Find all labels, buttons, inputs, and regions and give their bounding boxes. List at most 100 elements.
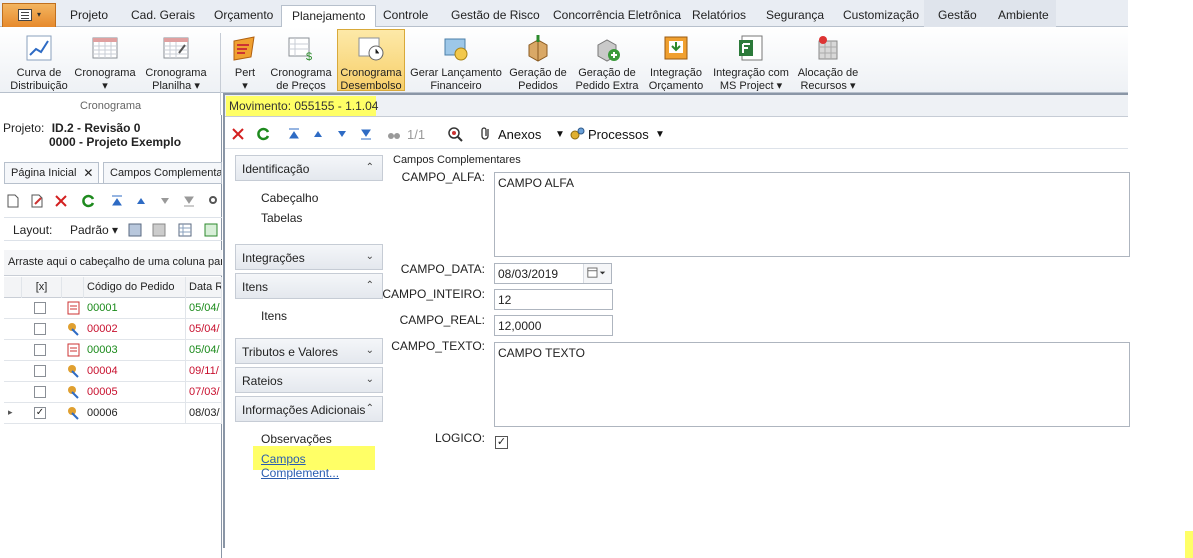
nav-section-integracoes[interactable]: Integrações ⌄ bbox=[235, 244, 383, 270]
project-id: ID.2 - Revisão 0 bbox=[51, 121, 141, 135]
nav-item-tabelas[interactable]: Tabelas bbox=[235, 208, 383, 228]
nav-item-itens[interactable]: Itens bbox=[235, 306, 383, 326]
tab-campos-complementares[interactable]: Campos Complementar bbox=[103, 162, 222, 184]
table-row[interactable]: 00002 05/04/ bbox=[4, 319, 222, 340]
header-codigo-pedido[interactable]: Código do Pedido bbox=[84, 277, 186, 298]
nav-section-tributos-valores[interactable]: Tributos e Valores ⌄ bbox=[235, 338, 383, 364]
table-row[interactable]: 00001 05/04/ bbox=[4, 298, 222, 319]
cronograma-precos-button[interactable]: $ Cronograma de Preços bbox=[268, 33, 334, 91]
header-data[interactable]: Data R bbox=[186, 277, 222, 298]
group-by-area[interactable]: Arraste aqui o cabeçalho de uma coluna p… bbox=[4, 250, 222, 276]
grid-icon[interactable] bbox=[178, 223, 192, 237]
row-checkbox[interactable]: ✓ bbox=[34, 407, 46, 419]
campo-data-input[interactable]: 08/03/2019 bbox=[494, 263, 612, 284]
layout-select[interactable]: Padrão ▾ bbox=[70, 223, 118, 237]
campo-texto-input[interactable]: CAMPO TEXTO bbox=[494, 342, 1130, 427]
load-layout-icon[interactable] bbox=[152, 223, 166, 237]
export-icon[interactable] bbox=[204, 223, 218, 237]
tab-gestao[interactable]: Gestão bbox=[938, 8, 977, 22]
previous-record-icon[interactable] bbox=[311, 127, 325, 141]
chevron-down-icon[interactable]: ▼ bbox=[655, 129, 665, 140]
form-group-title: Campos Complementares bbox=[393, 154, 521, 166]
row-checkbox[interactable] bbox=[34, 386, 46, 398]
row-checkbox[interactable] bbox=[34, 344, 46, 356]
campo-inteiro-input[interactable]: 12 bbox=[494, 289, 613, 310]
integracao-orcamento-button[interactable]: Integração Orçamento bbox=[645, 33, 707, 91]
tab-orcamento[interactable]: Orçamento bbox=[214, 8, 273, 22]
alocacao-recursos-button[interactable]: Alocação de Recursos ▾ bbox=[796, 33, 860, 91]
zoom-icon[interactable] bbox=[447, 126, 463, 142]
ribbon-panel: Curva de Distribuição Cronograma ▾ Cronogr… bbox=[0, 27, 1128, 93]
nav-section-rateios[interactable]: Rateios ⌄ bbox=[235, 367, 383, 393]
tab-seguranca[interactable]: Segurança bbox=[766, 8, 824, 22]
new-document-icon[interactable] bbox=[6, 194, 20, 208]
close-icon[interactable]: ✕ bbox=[83, 166, 93, 180]
binoculars-icon[interactable] bbox=[387, 127, 401, 141]
row-checkbox[interactable] bbox=[34, 365, 46, 377]
order-icon bbox=[68, 365, 79, 378]
add-package-icon bbox=[597, 39, 620, 62]
anexos-button[interactable]: Anexos bbox=[498, 127, 541, 142]
tab-concorrencia-eletronica[interactable]: Concorrência Eletrônica bbox=[553, 8, 681, 22]
tab-projeto[interactable]: Projeto bbox=[70, 8, 108, 22]
gerar-lancamento-financeiro-button[interactable]: Gerar Lançamento Financeiro bbox=[409, 33, 503, 91]
integracao-ms-project-button[interactable]: Integração com MS Project ▾ bbox=[710, 33, 792, 91]
nav-item-cabecalho[interactable]: Cabeçalho bbox=[235, 188, 383, 208]
last-record-icon[interactable] bbox=[182, 194, 196, 208]
table-row[interactable]: 00003 05/04/ bbox=[4, 340, 222, 361]
layout-bar: Layout: Padrão ▾ bbox=[4, 217, 222, 241]
chevron-down-icon[interactable]: ▼ bbox=[555, 129, 565, 140]
application-menu-button[interactable]: ▾ bbox=[2, 3, 56, 27]
previous-record-icon[interactable] bbox=[134, 194, 148, 208]
nav-section-itens[interactable]: Itens ⌃ bbox=[235, 273, 383, 299]
geracao-pedido-extra-button[interactable]: Geração de Pedido Extra bbox=[573, 33, 641, 91]
geracao-pedidos-button[interactable]: Geração de Pedidos bbox=[507, 33, 569, 91]
processos-button[interactable]: Processos bbox=[588, 127, 649, 142]
refresh-icon[interactable] bbox=[257, 127, 271, 141]
edit-icon[interactable] bbox=[30, 194, 44, 208]
logico-checkbox[interactable]: ✓ bbox=[495, 436, 508, 449]
row-checkbox[interactable] bbox=[34, 323, 46, 335]
tab-relatorios[interactable]: Relatórios bbox=[692, 8, 746, 22]
grid-body: 00001 05/04/00002 05/04/00003 05/04/00004 09… bbox=[4, 298, 222, 424]
table-row[interactable]: 00004 09/11/ bbox=[4, 361, 222, 382]
tab-customizacao[interactable]: Customização bbox=[843, 8, 919, 22]
save-layout-icon[interactable] bbox=[128, 223, 142, 237]
nav-section-informacoes-adicionais[interactable]: Informações Adicionais ⌃ bbox=[235, 396, 383, 422]
section-navigation: Identificação ⌃ Cabeçalho Tabelas Integr… bbox=[235, 155, 383, 491]
header-select[interactable]: [x] bbox=[22, 277, 62, 298]
tab-planejamento[interactable]: Planejamento bbox=[281, 5, 377, 28]
tab-cad-gerais[interactable]: Cad. Gerais bbox=[131, 8, 195, 22]
close-icon[interactable] bbox=[231, 127, 245, 141]
curva-distribuicao-button[interactable]: Curva de Distribuição bbox=[8, 33, 70, 91]
project-name: 0000 - Projeto Exemplo bbox=[49, 135, 182, 149]
nav-section-identificacao[interactable]: Identificação ⌃ bbox=[235, 155, 383, 181]
paperclip-icon bbox=[481, 127, 489, 140]
row-checkbox[interactable] bbox=[34, 302, 46, 314]
cell-codigo-pedido: 00005 bbox=[84, 382, 186, 403]
nav-item-campos-complementares[interactable]: Campos Complement... bbox=[235, 449, 383, 483]
campo-real-input[interactable]: 12,0000 bbox=[494, 315, 613, 336]
calendar-dropdown-button[interactable] bbox=[583, 264, 611, 283]
first-record-icon[interactable] bbox=[110, 194, 124, 208]
cronograma-button[interactable]: Cronograma ▾ bbox=[74, 33, 136, 91]
cronograma-desembolso-button[interactable]: Cronograma Desembolso bbox=[337, 29, 405, 91]
table-row[interactable]: 00005 07/03/ bbox=[4, 382, 222, 403]
tab-controle[interactable]: Controle bbox=[383, 8, 428, 22]
layout-label: Layout: bbox=[13, 223, 53, 237]
first-record-icon[interactable] bbox=[287, 127, 301, 141]
pert-button[interactable]: Pert ▾ bbox=[226, 33, 264, 91]
delete-icon[interactable] bbox=[54, 194, 68, 208]
tab-ambiente[interactable]: Ambiente bbox=[998, 8, 1049, 22]
cell-data: 05/04/ bbox=[186, 319, 222, 340]
next-record-icon[interactable] bbox=[158, 194, 172, 208]
last-record-icon[interactable] bbox=[359, 127, 373, 141]
next-record-icon[interactable] bbox=[335, 127, 349, 141]
refresh-icon[interactable] bbox=[82, 194, 96, 208]
tab-pagina-inicial[interactable]: Página Inicial ✕ bbox=[4, 162, 100, 184]
search-icon[interactable] bbox=[208, 194, 222, 208]
campo-alfa-input[interactable]: CAMPO ALFA bbox=[494, 172, 1130, 257]
cronograma-planilha-button[interactable]: Cronograma Planilha ▾ bbox=[144, 33, 208, 91]
tab-gestao-de-risco[interactable]: Gestão de Risco bbox=[451, 8, 540, 22]
table-row[interactable]: ▸ ✓ 00006 08/03/ bbox=[4, 403, 222, 424]
